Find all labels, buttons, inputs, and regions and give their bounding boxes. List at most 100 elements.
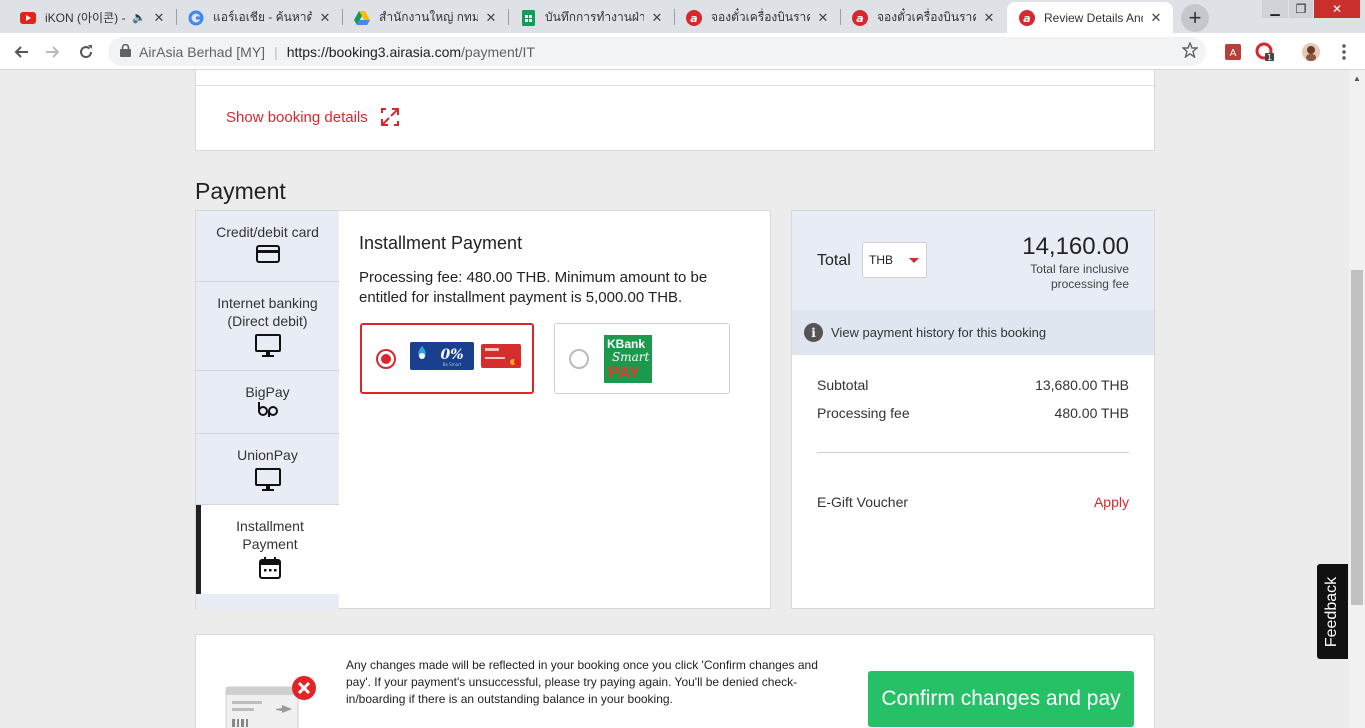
- radio-selected[interactable]: [376, 348, 396, 369]
- speaker-icon[interactable]: 🔈: [132, 11, 146, 24]
- bangkok-bank-logo-icon: 0% Be Smart: [410, 342, 474, 375]
- method-tab-credit-card[interactable]: Credit/debit card: [196, 211, 339, 282]
- method-tab-bigpay[interactable]: BigPay: [196, 371, 339, 434]
- reload-button[interactable]: [73, 39, 99, 65]
- tab-title: จองตั๋วเครื่องบินราคาถู: [877, 10, 976, 24]
- method-label: Credit/debit card: [216, 224, 319, 240]
- close-tab-icon[interactable]: ✕: [982, 10, 996, 26]
- method-tab-installment[interactable]: Installment Payment: [196, 505, 339, 594]
- forward-button[interactable]: [40, 39, 66, 65]
- close-tab-icon[interactable]: ✕: [318, 10, 332, 26]
- svg-text:a: a: [1023, 12, 1030, 25]
- restore-window-button[interactable]: ❐: [1289, 0, 1313, 18]
- summary-divider: [817, 452, 1129, 453]
- processing-fee-row: Processing fee 480.00 THB: [817, 405, 1129, 421]
- google-icon: [188, 10, 204, 26]
- installment-description: Processing fee: 480.00 THB. Minimum amou…: [359, 269, 708, 306]
- subtotal-label: Subtotal: [817, 377, 869, 393]
- tab-title: แอร์เอเชีย - ค้นหาด้วย: [213, 10, 312, 24]
- opera-extension-icon[interactable]: 1: [1254, 41, 1276, 63]
- payment-summary-panel: Total THB 14,160.00 Total fare inclusive…: [791, 210, 1155, 609]
- currency-select[interactable]: THB: [862, 242, 927, 278]
- back-button[interactable]: [8, 39, 34, 65]
- close-window-button[interactable]: ✕: [1314, 0, 1360, 18]
- card-divider: [196, 85, 1154, 86]
- scroll-up-icon[interactable]: ▲: [1351, 72, 1363, 84]
- close-tab-icon[interactable]: ✕: [152, 10, 166, 26]
- lock-icon[interactable]: [120, 43, 131, 60]
- method-tab-unionpay[interactable]: UnionPay: [196, 434, 339, 505]
- kbank-smart-pay-logo-icon: KBank Smart PAY: [604, 334, 652, 383]
- browser-tab-3[interactable]: สำนักงานใหญ่ กทม. - ✕: [342, 2, 508, 33]
- profile-avatar[interactable]: [1300, 41, 1322, 63]
- method-tab-internet-banking[interactable]: Internet banking (Direct debit): [196, 282, 339, 371]
- youtube-icon: [20, 10, 36, 26]
- show-booking-details-link[interactable]: Show booking details: [226, 107, 400, 127]
- omnibox[interactable]: AirAsia Berhad [MY] | https://booking3.a…: [108, 37, 1206, 66]
- scrollbar-thumb[interactable]: [1351, 270, 1363, 605]
- omnibox-divider: |: [274, 43, 278, 60]
- close-tab-icon[interactable]: ✕: [484, 10, 498, 26]
- url-host: https://booking3.airasia.com: [286, 43, 462, 60]
- installment-panel: Installment Payment Processing fee: 480.…: [359, 233, 759, 308]
- browser-tab-6[interactable]: a จองตั๋วเครื่องบินราคาถู ✕: [840, 2, 1006, 33]
- currency-value: THB: [869, 253, 893, 267]
- bangkok-bank-card-icon: [480, 342, 522, 375]
- tab-strip: iKON (아이콘) - 🔈 ✕ แอร์เอเชีย - ค้นหาด้วย …: [0, 0, 1365, 33]
- booking-details-card: Show booking details: [195, 70, 1155, 151]
- payment-notice: Any changes made will be reflected in yo…: [346, 658, 818, 706]
- close-tab-icon[interactable]: ✕: [650, 10, 664, 26]
- feedback-label: Feedback: [1323, 576, 1341, 647]
- page-viewport: Show booking details Payment Credit/debi…: [0, 70, 1349, 728]
- confirm-card: Any changes made will be reflected in yo…: [195, 634, 1155, 728]
- calendar-icon: [259, 557, 281, 583]
- kbank-logo-text-pay: PAY: [608, 362, 641, 382]
- show-booking-details-label: Show booking details: [226, 108, 368, 126]
- close-tab-icon[interactable]: ✕: [1149, 10, 1163, 26]
- total-note: Total fare inclusive processing fee: [1030, 262, 1129, 291]
- installment-title: Installment Payment: [359, 233, 523, 253]
- feedback-button[interactable]: Feedback: [1317, 564, 1348, 659]
- browser-menu-icon[interactable]: [1333, 41, 1355, 63]
- info-icon: i: [804, 323, 823, 342]
- browser-tab-5[interactable]: a จองตั๋วเครื่องบินราคาถู ✕: [674, 2, 840, 33]
- installment-option-kbank[interactable]: KBank Smart PAY: [554, 323, 730, 394]
- installment-option-bangkok-bank[interactable]: 0% Be Smart: [360, 323, 534, 394]
- processing-fee-label: Processing fee: [817, 405, 910, 421]
- kbank-logo-text: KBank: [607, 336, 646, 351]
- browser-tab-active[interactable]: a Review Details And ✕: [1007, 2, 1173, 33]
- url-text: https://booking3.airasia.com/payment/IT: [287, 44, 535, 60]
- tab-title: iKON (아이콘) -: [45, 11, 126, 25]
- payment-methods-panel: Credit/debit card Internet banking (Dire…: [195, 210, 771, 609]
- pdf-extension-icon[interactable]: A: [1222, 41, 1244, 63]
- svg-text:A: A: [1230, 48, 1237, 59]
- method-label: BigPay: [245, 384, 290, 400]
- boarding-pass-error-icon: [224, 675, 320, 728]
- apply-voucher-link[interactable]: Apply: [1094, 494, 1129, 510]
- bigpay-icon: [256, 401, 280, 421]
- tab-title: บันทึกการทำงานฝ่าย S: [545, 10, 644, 24]
- payment-history-link[interactable]: i View payment history for this booking: [792, 310, 1154, 355]
- method-tabs-filler: [196, 594, 339, 609]
- close-tab-icon[interactable]: ✕: [816, 10, 830, 26]
- airasia-icon: a: [1019, 9, 1035, 26]
- extension-badge: 1: [1267, 53, 1272, 62]
- minimize-window-button[interactable]: ▁: [1262, 0, 1288, 18]
- browser-tab-2[interactable]: แอร์เอเชีย - ค้นหาด้วย ✕: [176, 2, 342, 33]
- method-label: UnionPay: [237, 447, 298, 463]
- browser-tab-4[interactable]: บันทึกการทำงานฝ่าย S ✕: [508, 2, 674, 33]
- payment-heading: Payment: [195, 178, 286, 204]
- new-tab-button[interactable]: +: [1181, 4, 1209, 32]
- subtotal-value: 13,680.00 THB: [1035, 377, 1129, 393]
- method-label: Internet banking (Direct debit): [217, 295, 318, 329]
- browser-tab-1[interactable]: iKON (아이콘) - 🔈 ✕: [8, 2, 176, 33]
- subtotal-row: Subtotal 13,680.00 THB: [817, 377, 1129, 393]
- site-identity: AirAsia Berhad [MY]: [139, 43, 266, 60]
- tab-title: สำนักงานใหญ่ กทม. -: [379, 10, 478, 24]
- processing-fee-value: 480.00 THB: [1054, 405, 1129, 421]
- confirm-changes-and-pay-button[interactable]: Confirm changes and pay: [868, 671, 1134, 727]
- radio-unselected[interactable]: [569, 348, 589, 369]
- payment-history-label: View payment history for this booking: [831, 325, 1047, 340]
- svg-text:a: a: [856, 12, 863, 25]
- bookmark-star-icon[interactable]: [1181, 41, 1199, 61]
